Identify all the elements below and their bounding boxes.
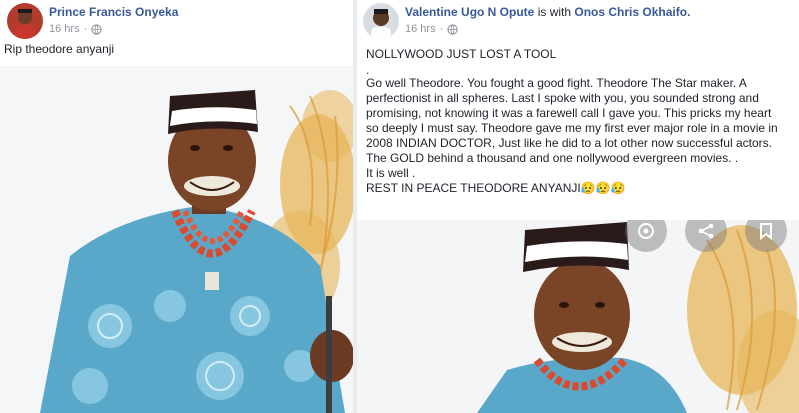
right-post: Valentine Ugo N Opute is with Onos Chris…: [357, 0, 799, 413]
post-photo[interactable]: [357, 220, 799, 413]
separator-dot: ·: [83, 23, 88, 35]
text-line: promising, not knowing it was a farewell…: [366, 106, 772, 120]
left-post-header: Prince Francis Onyeka 16 hrs ·: [7, 3, 178, 39]
text-line: perfectionist in all spheres. Last I spo…: [366, 91, 759, 105]
text-line: .: [366, 63, 370, 77]
avatar[interactable]: [7, 3, 43, 39]
text-line: NOLLYWOOD JUST LOST A TOOL: [366, 47, 557, 61]
text-line: 2008 INDIAN DOCTOR, Just like he did to …: [366, 136, 772, 150]
left-post: Prince Francis Onyeka 16 hrs · Rip theod…: [0, 0, 353, 413]
post-timestamp[interactable]: 16 hrs: [49, 22, 80, 36]
post-timestamp[interactable]: 16 hrs: [405, 22, 436, 36]
author-name[interactable]: Prince Francis Onyeka: [49, 5, 178, 19]
separator-dot: ·: [439, 23, 444, 35]
text-line: REST IN PEACE THEODORE ANYANJI😥😥😥: [366, 181, 626, 195]
globe-icon[interactable]: [91, 23, 102, 35]
globe-icon[interactable]: [447, 23, 458, 35]
post-text: NOLLYWOOD JUST LOST A TOOL . Go well The…: [366, 47, 796, 196]
text-line: so deeply I must say. Theodore gave me m…: [366, 121, 778, 135]
author-name[interactable]: Valentine Ugo N Opute: [405, 5, 534, 19]
text-line: It is well .: [366, 166, 416, 180]
right-post-header: Valentine Ugo N Opute is with Onos Chris…: [363, 3, 690, 39]
with-text: is with: [537, 5, 572, 19]
text-line: Go well Theodore. You fought a good figh…: [366, 76, 747, 90]
text-line: The GOLD behind a thousand and one nolly…: [366, 151, 739, 165]
post-text: Rip theodore anyanji: [4, 42, 115, 56]
post-photo[interactable]: [0, 66, 353, 413]
avatar[interactable]: [363, 3, 399, 39]
tagged-person[interactable]: Onos Chris Okhaifo.: [574, 5, 690, 19]
